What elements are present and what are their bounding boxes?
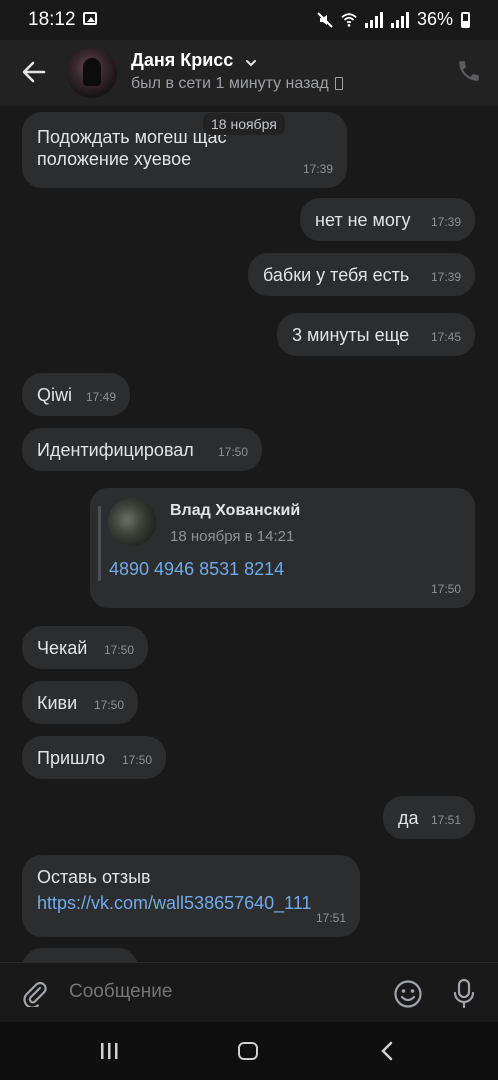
phone-icon[interactable]	[456, 58, 482, 84]
message-input[interactable]	[69, 981, 369, 1003]
message-time: 17:39	[302, 162, 333, 176]
status-bar: 18:12 36%	[0, 0, 498, 40]
message-time: 17:39	[430, 215, 461, 229]
message-text: Идентифицировал	[37, 440, 194, 460]
mute-icon	[317, 11, 333, 28]
message-bubble[interactable]: Оставь отзыв https://vk.com/wall53865764…	[22, 855, 360, 937]
contact-avatar[interactable]	[67, 48, 117, 98]
contact-status-text: был в сети 1 минуту назад	[131, 75, 329, 92]
message-bubble[interactable]: Qiwi 17:49	[22, 373, 130, 416]
system-nav-bar	[0, 1022, 498, 1080]
message-bubble[interactable]: 3 минуты еще 17:45	[277, 313, 475, 356]
gallery-notification-icon	[83, 12, 97, 25]
recent-apps-icon[interactable]	[98, 1042, 120, 1060]
message-time: 17:51	[315, 911, 346, 925]
message-time: 17:45	[430, 330, 461, 344]
battery-percent: 36%	[416, 9, 453, 29]
home-icon[interactable]	[238, 1042, 258, 1060]
message-time: 17:49	[85, 390, 116, 404]
forward-author-avatar[interactable]	[108, 498, 156, 546]
message-bubble[interactable]: Чекай 17:50	[22, 626, 148, 669]
message-bubble[interactable]: Подождать могеш щас положение хуевое 17:…	[22, 112, 347, 188]
message-bubble[interactable]: нет не могу 17:39	[300, 198, 475, 241]
emoji-icon[interactable]	[393, 979, 423, 1009]
message-bubble[interactable]: Пришло 17:50	[22, 736, 166, 779]
message-time: 17:50	[121, 753, 152, 767]
contact-name[interactable]: Даня Крисс	[131, 50, 233, 71]
message-bubble-partial[interactable]	[22, 948, 138, 962]
message-list[interactable]: Подождать могеш щас положение хуевое 17:…	[0, 106, 498, 962]
forward-text[interactable]: 4890 4946 8531 8214	[109, 558, 284, 580]
message-text: Подождать могеш щас положение хуевое	[37, 127, 227, 169]
status-time: 18:12	[28, 9, 76, 30]
contact-status: был в сети 1 минуту назад	[131, 75, 343, 93]
message-time: 17:50	[430, 582, 461, 596]
message-time: 17:51	[430, 813, 461, 827]
nav-back-icon[interactable]	[380, 1041, 394, 1061]
forward-quote-bar	[98, 506, 101, 581]
wifi-icon	[341, 12, 357, 27]
message-bubble[interactable]: Идентифицировал 17:50	[22, 428, 262, 471]
message-text: Оставь отзыв	[37, 867, 151, 887]
forwarded-message-bubble[interactable]: Влад Хованский 18 ноября в 14:21 4890 49…	[90, 488, 475, 608]
battery-icon	[461, 11, 470, 28]
forward-author-name[interactable]: Влад Хованский	[170, 500, 300, 522]
message-time: 17:50	[103, 643, 134, 657]
message-time: 17:50	[93, 698, 124, 712]
chevron-down-icon[interactable]	[245, 57, 257, 69]
signal-icon-2	[390, 11, 409, 28]
date-separator: 18 ноября	[203, 113, 285, 135]
mobile-icon	[334, 77, 343, 91]
chat-header: Даня Крисс был в сети 1 минуту назад	[0, 40, 498, 106]
signal-icon	[364, 11, 383, 28]
message-link[interactable]: https://vk.com/wall538657640_111	[37, 892, 345, 914]
message-bubble[interactable]: бабки у тебя есть 17:39	[248, 253, 475, 296]
message-time: 17:39	[430, 270, 461, 284]
paperclip-icon[interactable]	[20, 979, 48, 1007]
microphone-icon[interactable]	[452, 978, 476, 1010]
message-bubble[interactable]: Киви 17:50	[22, 681, 138, 724]
message-bubble[interactable]: да 17:51	[383, 796, 475, 839]
message-composer	[0, 962, 498, 1023]
forward-date: 18 ноября в 14:21	[170, 528, 295, 545]
back-arrow-icon[interactable]	[20, 58, 48, 86]
status-icons: 36%	[317, 9, 470, 30]
message-time: 17:50	[217, 445, 248, 459]
